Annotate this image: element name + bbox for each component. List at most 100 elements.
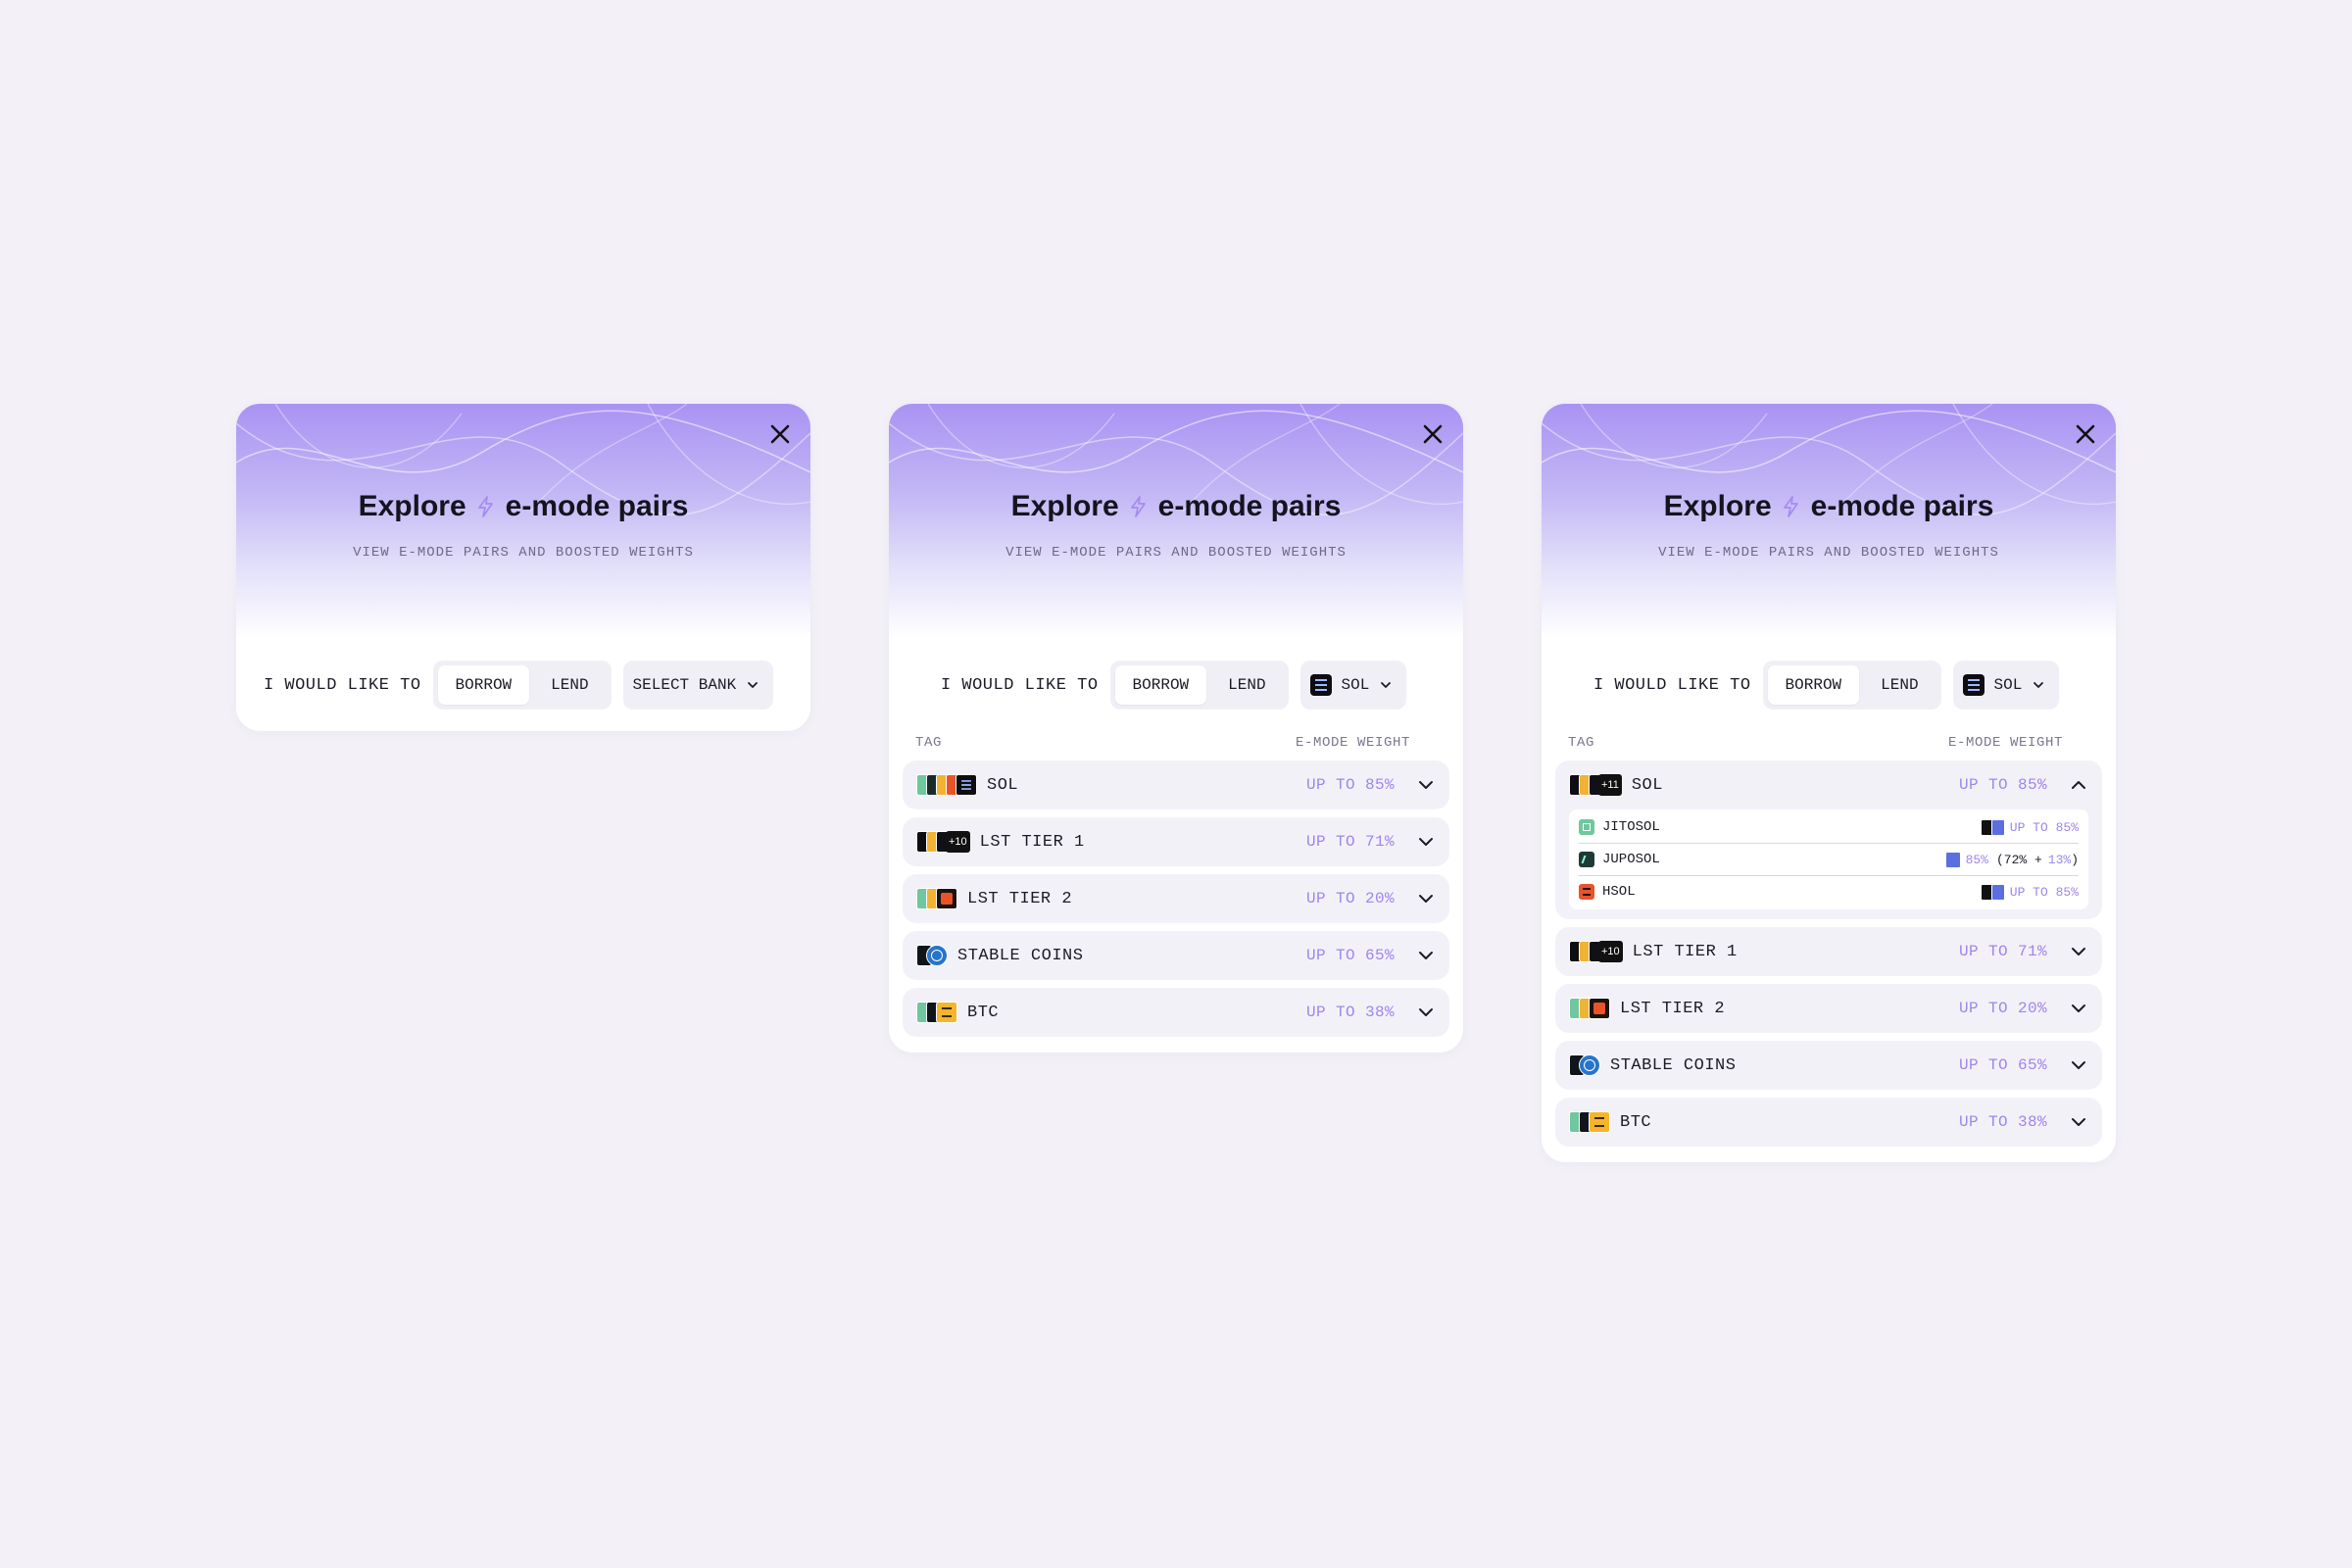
bank-select-value: SOL xyxy=(1341,676,1370,694)
action-label: I WOULD LIKE TO xyxy=(941,675,1099,695)
sub-row-name: JUPOSOL xyxy=(1602,852,1660,867)
row-name: LST TIER 2 xyxy=(1620,999,1726,1018)
lend-tab[interactable]: LEND xyxy=(1863,665,1936,705)
emode-row-stable-coins[interactable]: STABLE COINS UP TO 65% xyxy=(903,931,1449,980)
extra-count-badge: +10 xyxy=(1598,941,1623,962)
row-weight: UP TO 71% xyxy=(1305,833,1395,851)
close-icon xyxy=(1423,424,1443,444)
page-title: Explore e-mode pairs xyxy=(358,490,689,522)
sub-row-weight-close: ) xyxy=(2071,852,2079,867)
emode-row-lst-tier-2[interactable]: LST TIER 2 UP TO 20% xyxy=(1555,984,2102,1033)
controls-bar: I WOULD LIKE TO BORROW LEND SOL xyxy=(889,639,1463,731)
sol-token-icon xyxy=(1962,674,1984,696)
close-button[interactable] xyxy=(1416,417,1449,451)
emode-row-lst-tier-2[interactable]: LST TIER 2 UP TO 20% xyxy=(903,874,1449,923)
sub-row-hsol[interactable]: HSOL UP TO 85% xyxy=(1579,876,2079,907)
token-icon-stack xyxy=(1569,1111,1610,1133)
token-icon-stack: +10 xyxy=(1569,941,1623,962)
controls-bar: I WOULD LIKE TO BORROW LEND SOL xyxy=(1542,639,2116,731)
row-weight: UP TO 20% xyxy=(1958,1000,2047,1017)
borrow-tab[interactable]: BORROW xyxy=(1114,665,1207,705)
emode-panel-empty: Explore e-mode pairs VIEW E-MODE PAIRS A… xyxy=(236,404,810,731)
lend-tab[interactable]: LEND xyxy=(533,665,606,705)
chevron-down-icon xyxy=(748,682,759,688)
token-icon-stack xyxy=(916,1002,957,1023)
emode-row-sol[interactable]: SOL UP TO 85% xyxy=(903,760,1449,809)
tag-column-header: TAG xyxy=(915,735,943,751)
sub-row-juposol[interactable]: JUPOSOL 85% (72% + 13% ) xyxy=(1579,844,2079,876)
emode-list: SOL UP TO 85% +10 LST TIER 1 UP TO 71% L… xyxy=(889,760,1463,1053)
emode-row-sol[interactable]: +11 SOL UP TO 85% xyxy=(1555,760,2102,809)
close-button[interactable] xyxy=(763,417,797,451)
page-subtitle: VIEW E-MODE PAIRS AND BOOSTED WEIGHTS xyxy=(353,545,694,561)
sub-row-jitosol[interactable]: JITOSOL UP TO 85% xyxy=(1579,811,2079,844)
emode-row-btc[interactable]: BTC UP TO 38% xyxy=(903,988,1449,1037)
bank-select[interactable]: SOL xyxy=(1299,661,1407,710)
weight-column-header: E-MODE WEIGHT xyxy=(1295,735,1410,751)
chevron-down-icon xyxy=(1419,952,1433,959)
emode-panel-expanded: Explore e-mode pairs VIEW E-MODE PAIRS A… xyxy=(1542,404,2116,1162)
token-icon-stack: +10 xyxy=(916,831,970,853)
emode-row-group-sol: +11 SOL UP TO 85% JITOSOL UP TO 85% JUPO… xyxy=(1555,760,2102,919)
row-weight: UP TO 20% xyxy=(1305,890,1395,907)
btc-token-icon xyxy=(1589,1111,1610,1133)
emode-row-stable-coins[interactable]: STABLE COINS UP TO 65% xyxy=(1555,1041,2102,1090)
chevron-down-icon xyxy=(2072,1061,2085,1069)
borrow-tab[interactable]: BORROW xyxy=(1767,665,1860,705)
row-weight: UP TO 85% xyxy=(1305,776,1395,794)
token-icon-stack: +11 xyxy=(1569,774,1622,796)
token-icon-stack xyxy=(916,945,948,966)
row-name: SOL xyxy=(1631,775,1663,795)
sol-token-icon xyxy=(1309,674,1332,696)
hsol-token-icon xyxy=(936,888,957,909)
row-name: STABLE COINS xyxy=(1610,1055,1737,1075)
bank-select[interactable]: SOL xyxy=(1952,661,2060,710)
chevron-down-icon xyxy=(2072,1004,2085,1012)
sub-row-weight-base: (72% + xyxy=(1995,852,2042,867)
chevron-down-icon xyxy=(2034,682,2044,688)
chevron-down-icon xyxy=(2072,1118,2085,1126)
token-icon-stack xyxy=(1569,1054,1600,1076)
close-icon xyxy=(770,424,790,444)
lend-tab[interactable]: LEND xyxy=(1210,665,1283,705)
action-toggle: BORROW LEND xyxy=(1109,661,1289,710)
jitosol-token-icon xyxy=(1579,819,1594,835)
sub-row-name: HSOL xyxy=(1602,884,1636,900)
bolt-icon xyxy=(477,496,493,517)
chevron-up-icon xyxy=(2072,781,2085,789)
hsol-token-icon xyxy=(1579,884,1594,900)
chevron-down-icon xyxy=(2072,948,2085,956)
weight-column-header: E-MODE WEIGHT xyxy=(1947,735,2063,751)
emode-row-btc[interactable]: BTC UP TO 38% xyxy=(1555,1098,2102,1147)
bank-select[interactable]: SELECT BANK xyxy=(622,661,774,710)
close-icon xyxy=(2076,424,2095,444)
action-label: I WOULD LIKE TO xyxy=(264,675,421,695)
emode-row-lst-tier-1[interactable]: +10 LST TIER 1 UP TO 71% xyxy=(1555,927,2102,976)
panel-header: Explore e-mode pairs VIEW E-MODE PAIRS A… xyxy=(889,404,1463,639)
tag-column-header: TAG xyxy=(1568,735,1595,751)
row-weight: UP TO 65% xyxy=(1958,1056,2047,1074)
row-weight: UP TO 38% xyxy=(1305,1004,1395,1021)
chevron-down-icon xyxy=(1419,895,1433,903)
emode-panel-collapsed: Explore e-mode pairs VIEW E-MODE PAIRS A… xyxy=(889,404,1463,1053)
action-toggle: BORROW LEND xyxy=(1762,661,1941,710)
controls-bar: I WOULD LIKE TO BORROW LEND SELECT BANK xyxy=(236,639,810,731)
row-name: LST TIER 1 xyxy=(979,832,1085,852)
chevron-down-icon xyxy=(1419,1008,1433,1016)
row-name: LST TIER 2 xyxy=(967,889,1073,908)
sub-row-weight: UP TO 85% xyxy=(2009,884,2079,900)
row-weight: UP TO 85% xyxy=(1958,776,2047,794)
action-label: I WOULD LIKE TO xyxy=(1593,675,1751,695)
chevron-down-icon xyxy=(1419,838,1433,846)
borrow-tab[interactable]: BORROW xyxy=(437,665,530,705)
row-name: STABLE COINS xyxy=(957,946,1084,965)
bank-select-value: SOL xyxy=(1993,676,2023,694)
sol-token-icon xyxy=(956,774,977,796)
emode-row-lst-tier-1[interactable]: +10 LST TIER 1 UP TO 71% xyxy=(903,817,1449,866)
close-button[interactable] xyxy=(2069,417,2102,451)
sub-row-weight: UP TO 85% xyxy=(2009,819,2079,835)
row-name: SOL xyxy=(987,775,1019,795)
panel-header: Explore e-mode pairs VIEW E-MODE PAIRS A… xyxy=(236,404,810,639)
usdc-token-icon xyxy=(1579,1054,1600,1076)
table-header: TAG E-MODE WEIGHT xyxy=(889,731,1463,760)
